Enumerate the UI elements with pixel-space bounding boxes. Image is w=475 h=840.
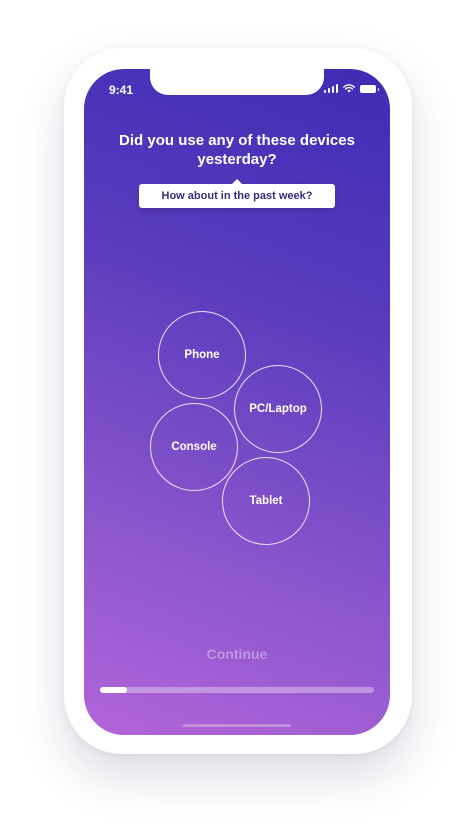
device-notch — [150, 69, 324, 95]
status-icons — [323, 84, 379, 93]
progress-fill — [100, 687, 128, 693]
question-title: Did you use any of these devices yesterd… — [119, 132, 355, 168]
home-indicator[interactable] — [183, 724, 291, 727]
signal-icon — [323, 84, 338, 93]
progress-bar — [100, 687, 374, 693]
device-bubble-console[interactable]: Console — [150, 403, 238, 491]
device-bubble-tablet[interactable]: Tablet — [222, 457, 310, 545]
battery-icon — [360, 85, 379, 93]
hint-tooltip: How about in the past week? — [139, 179, 335, 208]
device-bubble-phone[interactable]: Phone — [158, 311, 246, 399]
wifi-icon — [343, 84, 355, 93]
status-time: 9:41 — [109, 83, 134, 97]
app-screen: 9:41 Did you use any of these devices ye… — [84, 69, 390, 735]
continue-button[interactable]: Continue — [84, 645, 390, 663]
device-bubble-pc-laptop[interactable]: PC/Laptop — [234, 365, 322, 453]
